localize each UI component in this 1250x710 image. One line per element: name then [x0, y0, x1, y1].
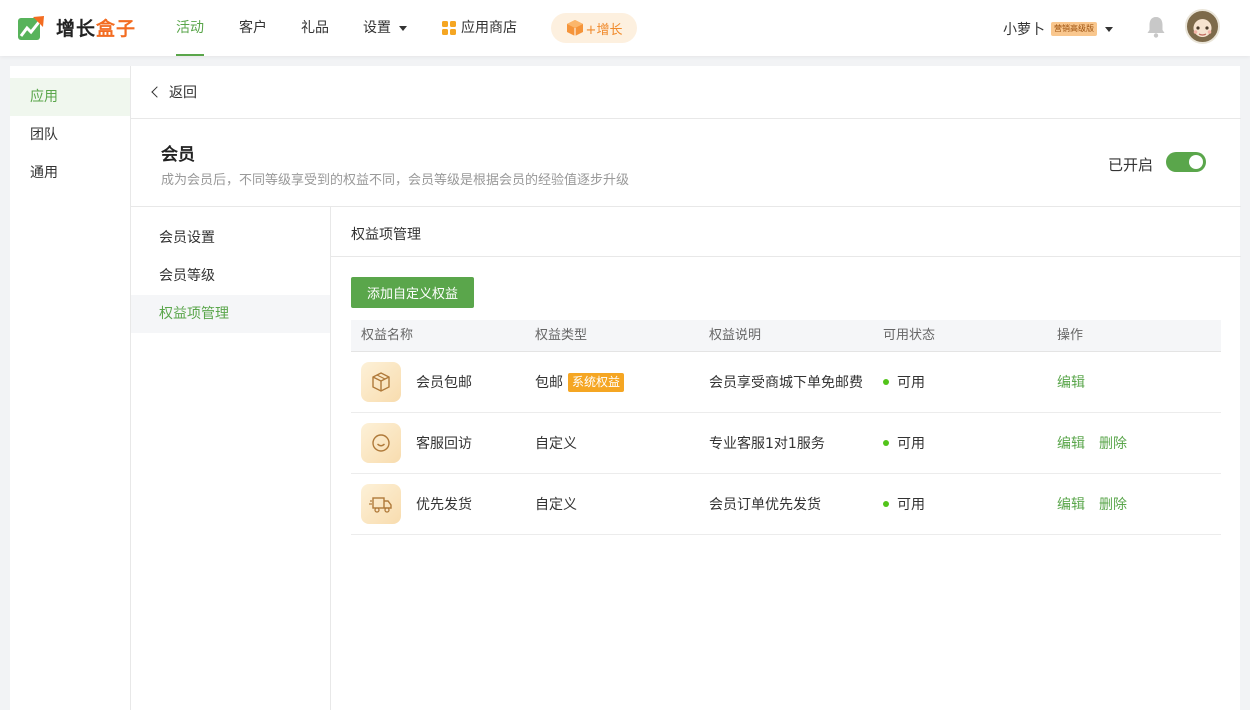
back-button[interactable]: 返回: [151, 82, 197, 102]
smile-chat-icon: [361, 423, 401, 463]
system-benefit-tag: 系统权益: [568, 372, 625, 392]
top-bar: 增长盒子 活动 客户 礼品 设置 应用商店 +增长 小萝卜 营销高级版: [0, 0, 1250, 56]
benefit-type: 自定义: [535, 436, 577, 452]
divider: [331, 256, 1241, 257]
nav-customers-label: 客户: [239, 20, 267, 36]
user-menu[interactable]: 小萝卜 营销高级版: [1003, 19, 1113, 39]
toggle-label: 已开启: [1108, 156, 1154, 174]
nav-gifts-label: 礼品: [301, 20, 329, 36]
bell-icon[interactable]: [1146, 16, 1166, 38]
benefit-description: 会员订单优先发货: [709, 497, 821, 513]
column-header-name: 权益名称: [361, 328, 414, 343]
delete-link[interactable]: 删除: [1099, 433, 1127, 453]
edit-link[interactable]: 编辑: [1057, 372, 1085, 392]
status-dot: [883, 501, 889, 507]
page-description: 成为会员后，不同等级享受到的权益不同，会员等级是根据会员的经验值逐步升级: [161, 173, 630, 188]
subnav-member-levels[interactable]: 会员等级: [131, 257, 330, 295]
main-panel: 返回 会员 成为会员后，不同等级享受到的权益不同，会员等级是根据会员的经验值逐步…: [130, 66, 1241, 710]
user-name: 小萝卜: [1003, 22, 1045, 38]
table-row: 优先发货 自定义 会员订单优先发货 可用 编辑 删除: [351, 474, 1221, 535]
package-icon: [361, 362, 401, 402]
subnav-item-label: 会员等级: [159, 268, 215, 284]
nav-gifts[interactable]: 礼品: [301, 0, 329, 56]
avatar-face-icon: [1193, 26, 1212, 36]
column-header-type: 权益类型: [535, 328, 588, 343]
box-icon: [566, 20, 583, 36]
benefit-status: 可用: [897, 497, 925, 513]
section-title: 权益项管理: [351, 227, 421, 243]
back-label: 返回: [169, 85, 197, 101]
grow-button[interactable]: +增长: [551, 13, 637, 43]
subnav-item-label: 会员设置: [159, 230, 215, 246]
sidebar-item-label: 团队: [30, 127, 58, 143]
divider: [131, 118, 1241, 119]
nav-app-store-label: 应用商店: [461, 20, 517, 36]
grow-label: +增长: [585, 22, 623, 38]
chevron-down-icon: [1105, 26, 1113, 32]
chevron-left-icon: [151, 86, 163, 98]
brand-name-part1: 增长: [56, 18, 97, 40]
logo-icon: [18, 15, 44, 40]
brand-name-part2: 盒子: [96, 18, 137, 40]
benefits-content: 权益项管理 添加自定义权益 权益名称 权益类型 权益说明 可用状态 操作 会员包…: [331, 207, 1241, 710]
benefit-description: 会员享受商城下单免邮费: [709, 375, 863, 391]
status-dot: [883, 440, 889, 446]
sidebar-item-label: 应用: [30, 89, 58, 105]
add-custom-benefit-button[interactable]: 添加自定义权益: [351, 277, 474, 308]
table-row: 会员包邮 包邮 系统权益 会员享受商城下单免邮费 可用 编辑: [351, 352, 1221, 413]
edit-link[interactable]: 编辑: [1057, 494, 1085, 514]
subnav-item-label: 权益项管理: [159, 306, 229, 322]
benefit-name: 客服回访: [416, 436, 472, 452]
benefit-type: 自定义: [535, 497, 577, 513]
column-header-status: 可用状态: [883, 328, 936, 343]
sidebar-item-general[interactable]: 通用: [10, 154, 130, 192]
table-header: 权益名称 权益类型 权益说明 可用状态 操作: [351, 320, 1221, 352]
benefit-type: 包邮: [535, 375, 563, 391]
nav-customers[interactable]: 客户: [239, 0, 267, 56]
chevron-down-icon: [399, 25, 407, 31]
benefit-name: 优先发货: [416, 497, 472, 513]
avatar[interactable]: [1185, 9, 1220, 44]
nav-settings-label: 设置: [363, 20, 391, 36]
app-grid-icon: [442, 21, 456, 35]
brand-name: 增长盒子: [56, 14, 136, 41]
toggle-knob: [1189, 155, 1203, 169]
page-title: 会员: [161, 145, 195, 165]
nav-settings[interactable]: 设置: [363, 0, 407, 56]
plan-badge: 营销高级版: [1051, 22, 1097, 36]
nav-app-store[interactable]: 应用商店: [442, 0, 517, 56]
status-dot: [883, 379, 889, 385]
sub-navigation: 会员设置 会员等级 权益项管理: [131, 207, 331, 710]
logo[interactable]: 增长盒子: [18, 14, 136, 41]
membership-toggle[interactable]: [1166, 152, 1206, 172]
subnav-benefits[interactable]: 权益项管理: [131, 295, 330, 333]
benefit-description: 专业客服1对1服务: [709, 436, 825, 452]
benefits-table: 权益名称 权益类型 权益说明 可用状态 操作 会员包邮 包邮 系统权益 会员享受…: [351, 320, 1221, 535]
nav-activity[interactable]: 活动: [176, 0, 204, 56]
table-row: 客服回访 自定义 专业客服1对1服务 可用 编辑 删除: [351, 413, 1221, 474]
sidebar: 应用 团队 通用: [10, 66, 130, 710]
subnav-member-settings[interactable]: 会员设置: [131, 219, 330, 257]
edit-link[interactable]: 编辑: [1057, 433, 1085, 453]
benefit-status: 可用: [897, 375, 925, 391]
truck-icon: [361, 484, 401, 524]
column-header-description: 权益说明: [709, 328, 762, 343]
nav-activity-label: 活动: [176, 20, 204, 36]
benefit-status: 可用: [897, 436, 925, 452]
benefit-name: 会员包邮: [416, 375, 472, 391]
sidebar-item-label: 通用: [30, 165, 58, 181]
sidebar-item-team[interactable]: 团队: [10, 116, 130, 154]
column-header-actions: 操作: [1057, 328, 1084, 343]
delete-link[interactable]: 删除: [1099, 494, 1127, 514]
sidebar-item-apps[interactable]: 应用: [10, 78, 130, 116]
